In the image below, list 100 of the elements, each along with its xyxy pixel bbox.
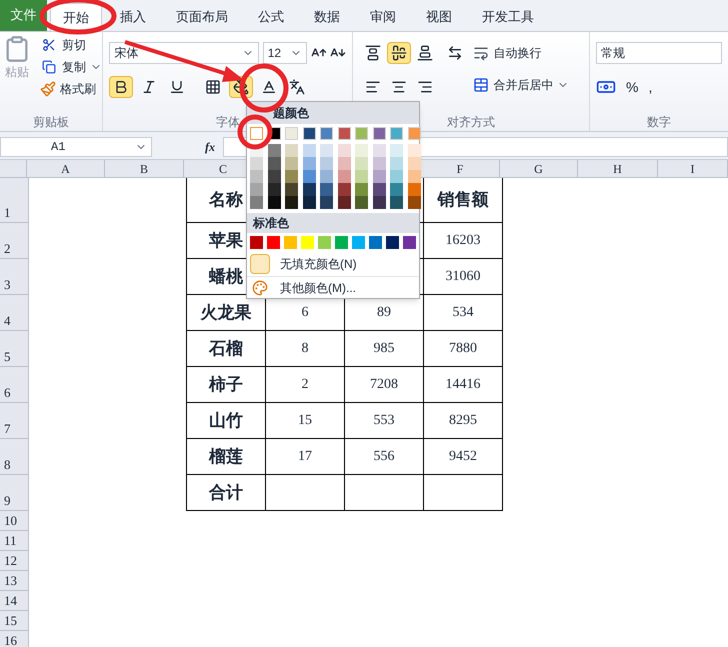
name-box[interactable]: A1 xyxy=(0,137,152,157)
color-swatch[interactable] xyxy=(285,144,298,157)
ribbon-tab[interactable]: 审阅 xyxy=(358,3,408,31)
ribbon-tab[interactable]: 视图 xyxy=(414,3,464,31)
row-header[interactable]: 12 xyxy=(0,551,28,571)
color-swatch[interactable] xyxy=(250,157,263,170)
ribbon-tab[interactable]: 公式 xyxy=(246,3,296,31)
color-swatch[interactable] xyxy=(338,170,350,183)
ribbon-tab[interactable]: 插入 xyxy=(108,3,158,31)
color-swatch[interactable] xyxy=(369,236,382,249)
color-swatch[interactable] xyxy=(372,196,386,209)
color-swatch[interactable] xyxy=(338,144,350,157)
ribbon-tab[interactable]: 数据 xyxy=(302,3,352,31)
color-swatch[interactable] xyxy=(250,236,263,249)
color-swatch[interactable] xyxy=(390,183,403,196)
color-swatch[interactable] xyxy=(268,183,280,196)
color-swatch[interactable] xyxy=(408,157,420,170)
merge-center-button[interactable]: 合并后居中 xyxy=(473,74,570,96)
row-header[interactable]: 7 xyxy=(0,403,28,439)
color-swatch[interactable] xyxy=(408,196,420,209)
color-swatch[interactable] xyxy=(268,144,280,157)
color-swatch[interactable] xyxy=(335,236,348,249)
color-swatch[interactable] xyxy=(285,196,298,209)
color-swatch[interactable] xyxy=(355,127,368,140)
row-header[interactable]: 14 xyxy=(0,591,28,611)
color-swatch[interactable] xyxy=(372,170,386,183)
color-swatch[interactable] xyxy=(408,183,420,196)
row-header[interactable]: 4 xyxy=(0,295,28,331)
row-header[interactable]: 9 xyxy=(0,475,28,511)
column-header[interactable]: A xyxy=(27,160,105,177)
color-swatch[interactable] xyxy=(302,183,316,196)
color-swatch[interactable] xyxy=(403,236,416,249)
color-swatch[interactable] xyxy=(284,236,297,249)
copy-button[interactable]: 复制 xyxy=(40,57,102,77)
color-swatch[interactable] xyxy=(285,170,298,183)
color-swatch[interactable] xyxy=(285,157,298,170)
row-header[interactable]: 1 xyxy=(0,178,28,223)
color-swatch[interactable] xyxy=(355,157,368,170)
color-swatch[interactable] xyxy=(372,157,386,170)
color-swatch[interactable] xyxy=(390,157,403,170)
color-swatch[interactable] xyxy=(352,236,365,249)
color-swatch[interactable] xyxy=(302,144,316,157)
color-swatch[interactable] xyxy=(302,157,316,170)
color-swatch[interactable] xyxy=(390,170,403,183)
row-header[interactable]: 3 xyxy=(0,259,28,295)
ribbon-tab[interactable]: 页面布局 xyxy=(164,3,240,31)
color-swatch[interactable] xyxy=(386,236,399,249)
font-size-field[interactable]: 12 xyxy=(262,42,307,64)
color-swatch[interactable] xyxy=(320,144,333,157)
color-swatch[interactable] xyxy=(302,127,316,140)
color-swatch[interactable] xyxy=(250,196,263,209)
color-swatch[interactable] xyxy=(408,127,420,140)
color-swatch[interactable] xyxy=(268,170,280,183)
color-swatch[interactable] xyxy=(250,127,263,140)
column-header[interactable]: G xyxy=(500,160,578,177)
color-swatch[interactable] xyxy=(390,144,403,157)
function-label[interactable]: fx xyxy=(205,138,215,156)
color-swatch[interactable] xyxy=(390,127,403,140)
color-swatch[interactable] xyxy=(302,196,316,209)
number-format-field[interactable]: 常规 xyxy=(596,42,722,64)
color-swatch[interactable] xyxy=(250,170,263,183)
color-swatch[interactable] xyxy=(355,196,368,209)
color-swatch[interactable] xyxy=(355,144,368,157)
color-swatch[interactable] xyxy=(320,170,333,183)
color-swatch[interactable] xyxy=(355,170,368,183)
more-colors-option[interactable]: 其他颜色(M)... xyxy=(247,276,419,298)
file-tab[interactable]: 文件 xyxy=(0,0,47,31)
row-header[interactable]: 5 xyxy=(0,331,28,367)
color-swatch[interactable] xyxy=(302,170,316,183)
color-swatch[interactable] xyxy=(408,170,420,183)
color-swatch[interactable] xyxy=(250,183,263,196)
no-fill-option[interactable]: 无填充颜色(N) xyxy=(247,252,419,276)
row-header[interactable]: 11 xyxy=(0,531,28,551)
color-swatch[interactable] xyxy=(355,183,368,196)
bold-button[interactable] xyxy=(109,76,134,98)
color-swatch[interactable] xyxy=(320,127,333,140)
row-header[interactable]: 15 xyxy=(0,611,28,631)
color-swatch[interactable] xyxy=(285,127,298,140)
color-swatch[interactable] xyxy=(268,157,280,170)
color-swatch[interactable] xyxy=(318,236,331,249)
ribbon-tab[interactable]: 开发工具 xyxy=(470,3,546,31)
wrap-text-button[interactable]: 自动换行 xyxy=(473,42,570,64)
color-swatch[interactable] xyxy=(301,236,314,249)
number-style-button[interactable]: % xyxy=(626,76,638,98)
column-header[interactable]: B xyxy=(105,160,184,177)
row-header[interactable]: 8 xyxy=(0,439,28,475)
color-swatch[interactable] xyxy=(285,183,298,196)
color-swatch[interactable] xyxy=(408,144,420,157)
format-painter-button[interactable]: 格式刷 xyxy=(40,79,102,99)
color-swatch[interactable] xyxy=(320,157,333,170)
row-header[interactable]: 2 xyxy=(0,223,28,259)
color-swatch[interactable] xyxy=(320,183,333,196)
color-swatch[interactable] xyxy=(268,196,280,209)
color-swatch[interactable] xyxy=(338,196,350,209)
number-style-button[interactable]: , xyxy=(648,76,652,98)
font-name-field[interactable]: 宋体 xyxy=(109,42,259,64)
color-swatch[interactable] xyxy=(338,127,350,140)
row-header[interactable]: 10 xyxy=(0,511,28,531)
orientation-icon[interactable] xyxy=(447,45,464,61)
align-middle-button[interactable] xyxy=(387,42,412,64)
